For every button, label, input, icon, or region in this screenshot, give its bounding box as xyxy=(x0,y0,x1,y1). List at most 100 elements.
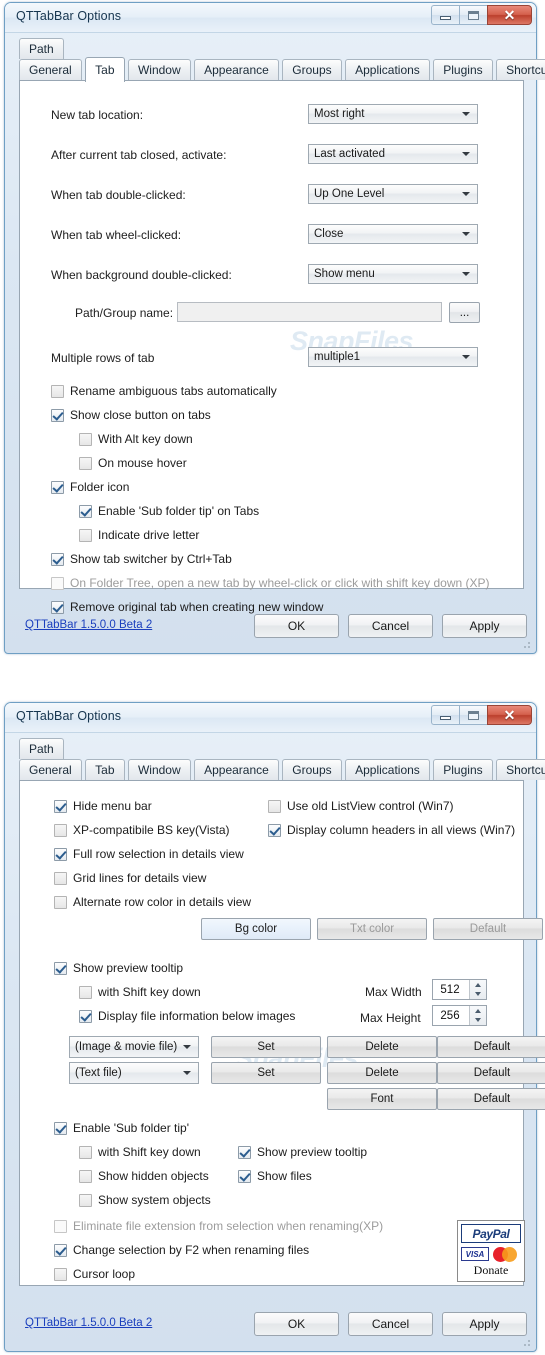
tab-groups[interactable]: Groups xyxy=(282,759,342,780)
cancel-button[interactable]: Cancel xyxy=(348,1312,433,1336)
resize-grip[interactable] xyxy=(520,638,532,650)
tab-groups[interactable]: Groups xyxy=(282,59,342,80)
tab-shortcut-keys[interactable]: Shortcut Keys xyxy=(496,59,545,80)
checkbox-use-old-listview[interactable]: Use old ListView control (Win7) xyxy=(268,799,454,813)
tab-appearance[interactable]: Appearance xyxy=(194,59,279,80)
checkbox-preview-with-shift-key[interactable]: with Shift key down xyxy=(79,985,201,999)
text-default-button[interactable]: Default xyxy=(437,1062,545,1084)
image-set-button[interactable]: Set xyxy=(211,1036,321,1058)
tab-general[interactable]: General xyxy=(19,759,82,780)
checkbox-label: Hide menu bar xyxy=(73,799,152,813)
checkbox-rename-ambiguous-tabs[interactable]: Rename ambiguous tabs automatically xyxy=(51,384,277,398)
max-width-stepper[interactable]: 512 xyxy=(432,979,487,1000)
text-file-combo[interactable]: (Text file) xyxy=(69,1062,199,1084)
checkbox-hide-menu-bar[interactable]: Hide menu bar xyxy=(54,799,152,813)
checkbox-with-alt-key-down[interactable]: With Alt key down xyxy=(79,432,193,446)
ok-button[interactable]: OK xyxy=(254,614,339,638)
checkbox-xp-compatible-bs-key[interactable]: XP-compatibile BS key(Vista) xyxy=(54,823,230,837)
checkbox-show-hidden-objects[interactable]: Show hidden objects xyxy=(79,1169,209,1183)
stepper-buttons[interactable] xyxy=(469,980,486,999)
checkbox-display-file-information[interactable]: Display file information below images xyxy=(79,1009,295,1023)
multiple-rows-label: Multiple rows of tab xyxy=(51,351,155,365)
checkbox-enable-sub-folder-tip-on-tabs[interactable]: Enable 'Sub folder tip' on Tabs xyxy=(79,504,259,518)
checkbox-folder-icon[interactable]: Folder icon xyxy=(51,480,129,494)
checkbox-show-system-objects[interactable]: Show system objects xyxy=(79,1193,211,1207)
path-group-name-input[interactable] xyxy=(177,302,442,322)
minimize-icon xyxy=(440,15,451,20)
checkbox-change-selection-f2[interactable]: Change selection by F2 when renaming fil… xyxy=(54,1243,309,1257)
image-delete-button[interactable]: Delete xyxy=(327,1036,437,1058)
stepper-up-button[interactable] xyxy=(470,1006,486,1016)
checkbox-enable-sub-folder-tip[interactable]: Enable 'Sub folder tip' xyxy=(54,1121,189,1135)
cancel-button[interactable]: Cancel xyxy=(348,614,433,638)
tab-shortcut-keys[interactable]: Shortcut Keys xyxy=(496,759,545,780)
checkbox-display-column-headers[interactable]: Display column headers in all views (Win… xyxy=(268,823,515,837)
double-click-label: When tab double-clicked: xyxy=(51,188,186,202)
tab-applications[interactable]: Applications xyxy=(345,59,430,80)
checkbox-show-close-button[interactable]: Show close button on tabs xyxy=(51,408,211,422)
checkbox-label: Show hidden objects xyxy=(98,1169,209,1183)
paypal-donate-button[interactable]: PayPal VISA Donate xyxy=(457,1220,525,1282)
checkbox-show-files[interactable]: Show files xyxy=(238,1169,312,1183)
stepper-down-button[interactable] xyxy=(470,990,486,1000)
checkbox-eliminate-file-extension: Eliminate file extension from selection … xyxy=(54,1219,383,1233)
background-double-click-combo[interactable]: Show menu xyxy=(308,264,478,284)
font-default-button[interactable]: Default xyxy=(437,1088,545,1110)
checkbox-full-row-selection[interactable]: Full row selection in details view xyxy=(54,847,244,861)
minimize-button[interactable] xyxy=(431,705,459,725)
checkbox-show-preview-tooltip[interactable]: Show preview tooltip xyxy=(54,961,183,975)
multiple-rows-combo[interactable]: multiple1 xyxy=(308,347,478,367)
browse-button[interactable]: ... xyxy=(449,302,480,323)
checkbox-alternate-row-color[interactable]: Alternate row color in details view xyxy=(54,895,251,909)
apply-button[interactable]: Apply xyxy=(442,614,527,638)
maximize-button[interactable] xyxy=(459,5,487,25)
ok-button[interactable]: OK xyxy=(254,1312,339,1336)
double-click-combo[interactable]: Up One Level xyxy=(308,184,478,204)
tab-window[interactable]: Window xyxy=(127,759,191,780)
checkbox-indicate-drive-letter[interactable]: Indicate drive letter xyxy=(79,528,199,542)
version-link[interactable]: QTTabBar 1.5.0.0 Beta 2 xyxy=(25,619,152,631)
tab-plugins[interactable]: Plugins xyxy=(433,759,493,780)
tab-applications[interactable]: Applications xyxy=(345,759,430,780)
bg-color-button[interactable]: Bg color xyxy=(201,918,311,940)
minimize-button[interactable] xyxy=(431,5,459,25)
checkbox-on-mouse-hover[interactable]: On mouse hover xyxy=(79,456,187,470)
tab-path[interactable]: Path xyxy=(19,738,64,759)
resize-grip[interactable] xyxy=(520,1336,532,1348)
checkbox-label: Remove original tab when creating new wi… xyxy=(70,600,324,614)
checkbox-remove-original-tab[interactable]: Remove original tab when creating new wi… xyxy=(51,600,323,614)
checkbox-cursor-loop[interactable]: Cursor loop xyxy=(54,1267,135,1281)
close-button[interactable]: ✕ xyxy=(487,705,532,725)
background-double-click-label: When background double-clicked: xyxy=(51,268,232,282)
max-height-stepper[interactable]: 256 xyxy=(432,1005,487,1026)
checkbox-subfolder-show-preview-tooltip[interactable]: Show preview tooltip xyxy=(238,1145,367,1159)
wheel-click-combo[interactable]: Close xyxy=(308,224,478,244)
tab-window[interactable]: Window xyxy=(127,59,191,80)
tab-path[interactable]: Path xyxy=(19,38,64,59)
checkbox-grid-lines[interactable]: Grid lines for details view xyxy=(54,871,206,885)
tab-tab[interactable]: Tab xyxy=(85,57,125,82)
checkbox-subfolder-with-shift-key[interactable]: with Shift key down xyxy=(79,1145,201,1159)
new-tab-location-combo[interactable]: Most right xyxy=(308,104,478,124)
checkbox-label: Enable 'Sub folder tip' xyxy=(73,1121,189,1135)
after-close-combo[interactable]: Last activated xyxy=(308,144,478,164)
text-delete-button[interactable]: Delete xyxy=(327,1062,437,1084)
checkbox-show-tab-switcher[interactable]: Show tab switcher by Ctrl+Tab xyxy=(51,552,232,566)
close-button[interactable]: ✕ xyxy=(487,5,532,25)
maximize-button[interactable] xyxy=(459,705,487,725)
apply-button[interactable]: Apply xyxy=(442,1312,527,1336)
stepper-up-button[interactable] xyxy=(470,980,486,990)
font-button[interactable]: Font xyxy=(327,1088,437,1110)
version-link[interactable]: QTTabBar 1.5.0.0 Beta 2 xyxy=(25,1317,152,1329)
tab-plugins[interactable]: Plugins xyxy=(433,59,493,80)
text-set-button[interactable]: Set xyxy=(211,1062,321,1084)
tab-tab[interactable]: Tab xyxy=(85,759,125,780)
chevron-down-icon xyxy=(462,152,470,156)
image-default-button[interactable]: Default xyxy=(437,1036,545,1058)
stepper-down-button[interactable] xyxy=(470,1016,486,1026)
stepper-buttons[interactable] xyxy=(469,1006,486,1025)
checkbox-label: with Shift key down xyxy=(98,985,201,999)
image-movie-file-combo[interactable]: (Image & movie file) xyxy=(69,1036,199,1058)
tab-general[interactable]: General xyxy=(19,59,82,80)
tab-appearance[interactable]: Appearance xyxy=(194,759,279,780)
